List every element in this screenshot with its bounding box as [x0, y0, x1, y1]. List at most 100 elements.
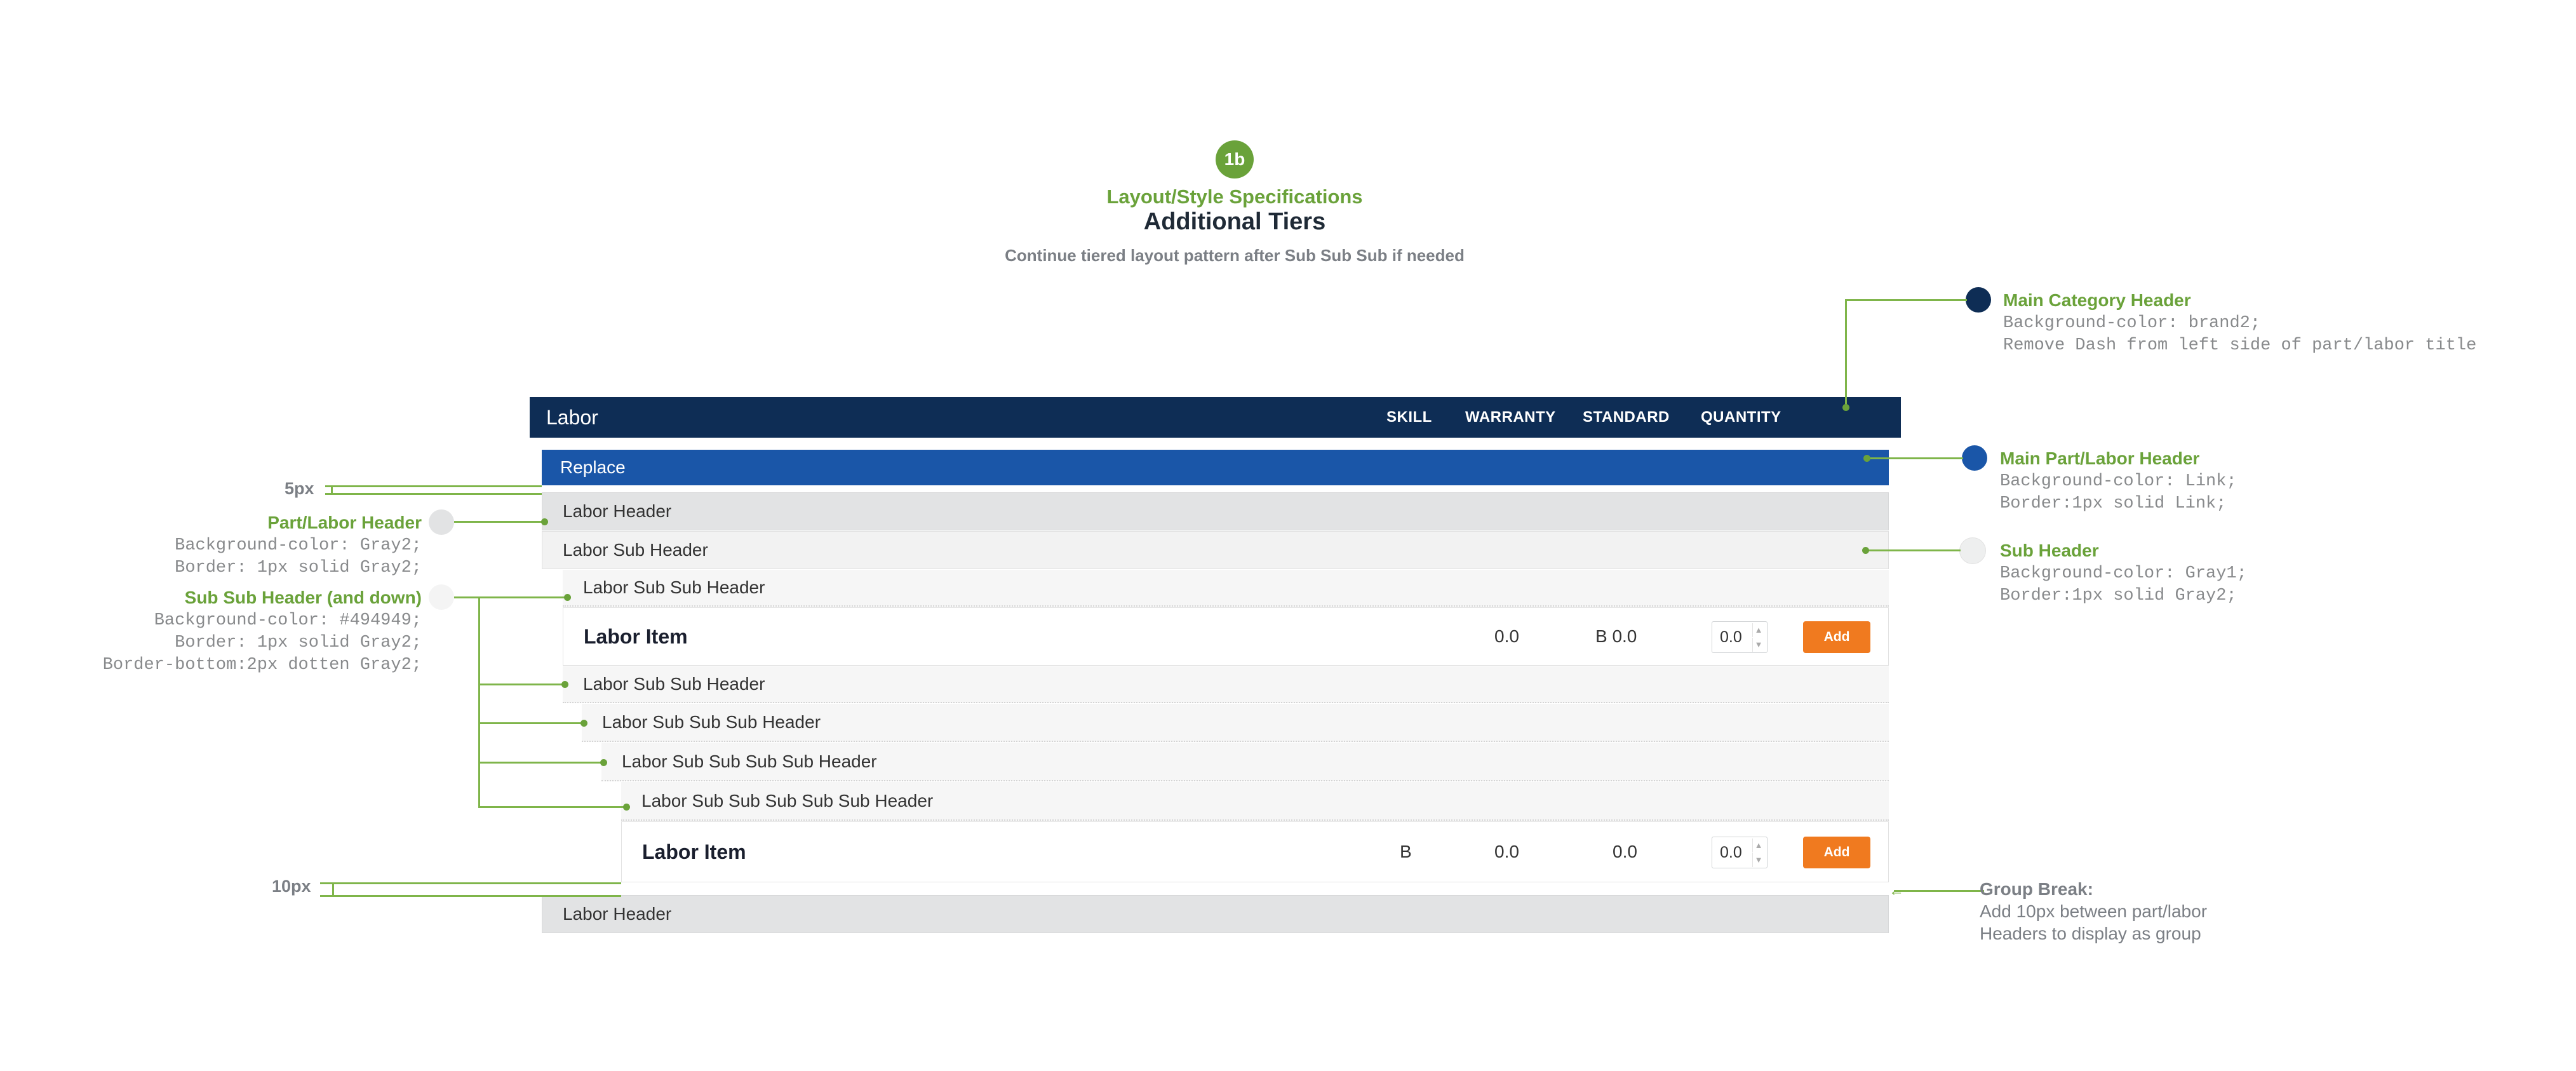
- main-category-title: Labor: [546, 405, 598, 429]
- sub-sub-header[interactable]: Labor Sub Sub Header: [563, 570, 1889, 607]
- quantity-stepper[interactable]: 0.0 ▲ ▼: [1712, 621, 1768, 653]
- annotation-main-category-title: Main Category Header: [2003, 290, 2191, 310]
- leader-line: [478, 762, 603, 764]
- annotation-main-part-line: Background-color: Link;: [2000, 472, 2237, 491]
- annotation-spacing-5: 5px: [285, 479, 314, 498]
- leader-dot: [623, 804, 630, 811]
- labor-item-warranty: 0.0: [1494, 842, 1519, 861]
- labor-item-skill: B: [1400, 842, 1412, 861]
- part-labor-header[interactable]: Labor Header: [542, 895, 1889, 933]
- leader-line: [1867, 457, 1963, 459]
- labor-item-row: Labor Item B 0.0 0.0 0.0 ▲ ▼ Add: [621, 821, 1889, 882]
- sub-header-label: Labor Sub Header: [563, 540, 708, 560]
- page-title: Additional Tiers: [1143, 208, 1326, 235]
- main-part-labor-title: Replace: [560, 457, 626, 477]
- annotation-part-labor-title: Part/Labor Header: [267, 513, 422, 532]
- sub-sub-sub-sub-header-label: Labor Sub Sub Sub Sub Header: [622, 751, 877, 771]
- annotation-main-category-line: Remove Dash from left side of part/labor…: [2003, 336, 2477, 355]
- sub-sub-sub-sub-sub-header-label: Labor Sub Sub Sub Sub Sub Header: [641, 790, 934, 811]
- annotation-spacing-10: 10px: [272, 877, 311, 896]
- add-button[interactable]: Add: [1803, 837, 1870, 868]
- sub-sub-sub-sub-sub-header[interactable]: Labor Sub Sub Sub Sub Sub Header: [621, 782, 1889, 821]
- sub-sub-sub-header-label: Labor Sub Sub Sub Header: [602, 712, 821, 732]
- arrow-left-icon: ←: [1889, 882, 1904, 899]
- dimension-line: [332, 882, 334, 896]
- dimension-line: [331, 485, 333, 494]
- page-subtitle: Continue tiered layout pattern after Sub…: [1005, 246, 1465, 265]
- leader-line: [454, 521, 543, 523]
- chevron-up-icon[interactable]: ▲: [1752, 623, 1764, 637]
- column-warranty[interactable]: WARRANTY: [1465, 397, 1556, 438]
- annotation-main-part-line: Border:1px solid Link;: [2000, 494, 2227, 513]
- annotation-main-part-title: Main Part/Labor Header: [2000, 448, 2200, 468]
- chevron-down-icon[interactable]: ▼: [1752, 853, 1764, 867]
- labor-item-name: Labor Item: [642, 840, 746, 863]
- leader-line: [478, 684, 565, 685]
- add-button[interactable]: Add: [1803, 621, 1870, 653]
- spec-title: Layout/Style Specifications: [1106, 185, 1363, 208]
- leader-line: [1894, 890, 1984, 892]
- sub-sub-sub-sub-header[interactable]: Labor Sub Sub Sub Sub Header: [601, 743, 1889, 781]
- sub-sub-header[interactable]: Labor Sub Sub Header: [563, 666, 1889, 703]
- leader-line: [1846, 299, 1967, 301]
- sub-sub-header-label: Labor Sub Sub Header: [583, 577, 765, 597]
- step-badge: 1b: [1216, 140, 1254, 178]
- annotation-sub-sub-title: Sub Sub Header (and down): [184, 588, 422, 607]
- leader-dot: [1842, 404, 1849, 411]
- leader-dot: [1863, 455, 1870, 462]
- main-part-labor-header[interactable]: Replace: [542, 450, 1889, 485]
- chevron-up-icon[interactable]: ▲: [1752, 839, 1764, 852]
- annotation-sub-sub-line: Background-color: #494949;: [154, 611, 422, 630]
- labor-item-row: Labor Item 0.0 B 0.0 0.0 ▲ ▼ Add: [563, 607, 1889, 666]
- annotation-part-labor-line: Background-color: Gray2;: [175, 536, 422, 555]
- annotation-group-break-title: Group Break:: [1980, 879, 2093, 899]
- annotation-main-category-line: Background-color: brand2;: [2003, 314, 2261, 333]
- part-labor-header[interactable]: Labor Header: [542, 492, 1889, 530]
- sub-sub-header-label: Labor Sub Sub Header: [583, 674, 765, 694]
- annotation-group-break-line: Headers to display as group: [1980, 924, 2201, 943]
- leader-dot: [1862, 547, 1869, 554]
- part-labor-header-label: Labor Header: [563, 904, 672, 924]
- legend-dot-gray2: [429, 509, 454, 535]
- sub-header[interactable]: Labor Sub Header: [542, 531, 1889, 569]
- annotation-sub-sub-line: Border: 1px solid Gray2;: [175, 633, 422, 652]
- sub-sub-sub-header[interactable]: Labor Sub Sub Sub Header: [582, 704, 1889, 742]
- quantity-stepper[interactable]: 0.0 ▲ ▼: [1712, 837, 1768, 868]
- labor-item-name: Labor Item: [584, 624, 688, 648]
- labor-item-warranty: 0.0: [1494, 626, 1519, 646]
- labor-item-standard: 0.0: [1613, 842, 1637, 861]
- annotation-sub-header-line: Background-color: Gray1;: [2000, 564, 2247, 583]
- dimension-line: [320, 895, 621, 897]
- leader-line: [1845, 299, 1847, 408]
- leader-dot: [541, 518, 548, 525]
- dimension-line: [325, 485, 542, 487]
- annotation-part-labor-line: Border: 1px solid Gray2;: [175, 558, 422, 577]
- legend-dot-gray1: [1959, 537, 1986, 564]
- column-skill[interactable]: SKILL: [1386, 397, 1432, 438]
- leader-dot: [580, 720, 587, 727]
- leader-line: [478, 596, 480, 808]
- legend-dot-subsub: [429, 584, 454, 610]
- annotation-group-break-line: Add 10px between part/labor: [1980, 901, 2208, 921]
- part-labor-header-label: Labor Header: [563, 501, 672, 521]
- leader-line: [478, 722, 584, 724]
- column-quantity[interactable]: QUANTITY: [1701, 397, 1781, 438]
- leader-line: [454, 596, 567, 598]
- leader-line: [478, 806, 626, 808]
- leader-dot: [564, 594, 571, 601]
- dimension-line: [325, 493, 542, 495]
- leader-dot: [561, 681, 568, 688]
- quantity-value: 0.0: [1720, 628, 1742, 646]
- dimension-line: [320, 882, 621, 884]
- quantity-value: 0.0: [1720, 843, 1742, 861]
- column-standard[interactable]: STANDARD: [1583, 397, 1670, 438]
- annotation-sub-sub-line: Border-bottom:2px dotten Gray2;: [102, 656, 422, 675]
- chevron-down-icon[interactable]: ▼: [1752, 638, 1764, 652]
- legend-dot-link: [1962, 445, 1987, 471]
- labor-item-standard: B 0.0: [1595, 626, 1637, 646]
- annotation-sub-header-title: Sub Header: [2000, 541, 2099, 560]
- annotation-sub-header-line: Border:1px solid Gray2;: [2000, 586, 2237, 605]
- leader-dot: [600, 759, 607, 766]
- main-category-header: Labor SKILL WARRANTY STANDARD QUANTITY: [530, 397, 1901, 438]
- leader-line: [1866, 549, 1961, 551]
